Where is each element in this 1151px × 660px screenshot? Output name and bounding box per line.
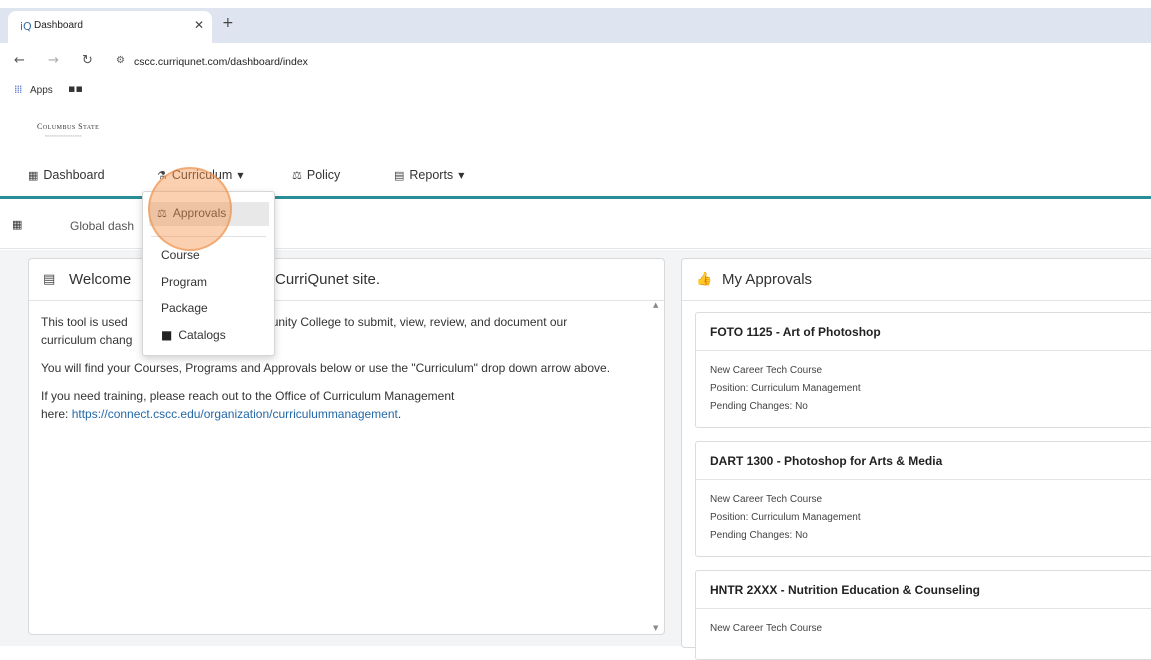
approval-divider: [696, 608, 1151, 609]
approval-title[interactable]: FOTO 1125 - Art of Photoshop: [710, 325, 881, 339]
bookmarks-bar: ⁞⁞⁞ Apps ▪▪: [0, 77, 1151, 105]
approval-type: New Career Tech Course: [710, 365, 823, 376]
welcome-body: This tool is used mmunity College to subm…: [41, 313, 653, 433]
logo-text: Columbus State: [37, 122, 100, 131]
curriculum-management-link[interactable]: https://connect.cscc.edu/organization/cu…: [72, 407, 398, 421]
forward-arrow-icon[interactable]: →: [48, 53, 59, 68]
nav-reports-label: Reports: [409, 168, 454, 182]
caret-down-icon: ▼: [237, 170, 244, 180]
para1-end: mmunity College to submit, view, review,…: [251, 315, 568, 329]
dropdown-item-package[interactable]: Package: [161, 301, 208, 315]
my-approvals-panel: 👍 My Approvals FOTO 1125 - Art of Photos…: [681, 258, 1151, 660]
caret-down-icon: ▼: [458, 170, 465, 180]
nav-reports[interactable]: ▤ Reports ▼: [394, 168, 464, 182]
approval-pending: Pending Changes: No: [710, 530, 808, 541]
columbus-state-logo[interactable]: Columbus State ━━━━━━━━━━━━━━━━: [37, 122, 127, 146]
bookmark-apps[interactable]: Apps: [30, 85, 53, 96]
dropdown-item-catalogs-label: Catalogs: [178, 328, 226, 342]
tab-title: Dashboard: [34, 20, 83, 31]
welcome-para-1: This tool is used mmunity College to subm…: [41, 313, 653, 349]
apps-grid-icon[interactable]: ⁞⁞⁞: [14, 83, 22, 96]
site-info-icon[interactable]: ⚙: [116, 55, 125, 66]
reports-icon: ▤: [394, 168, 405, 182]
nav-policy[interactable]: ⚖ Policy: [292, 168, 340, 182]
nav-dashboard[interactable]: ▦ Dashboard: [28, 168, 105, 182]
browser-tab-dashboard[interactable]: iQ Dashboard ✕: [8, 11, 212, 43]
para3-here: here:: [41, 407, 72, 421]
approval-divider: [696, 479, 1151, 480]
welcome-title-end: CurriQunet site.: [275, 271, 381, 288]
welcome-para-2: You will find your Courses, Programs and…: [41, 361, 611, 375]
approval-card[interactable]: FOTO 1125 - Art of Photoshop New Career …: [695, 312, 1151, 428]
document-icon: ▤: [43, 272, 56, 287]
approval-divider: [696, 350, 1151, 351]
welcome-para-3: If you need training, please reach out t…: [41, 387, 653, 423]
welcome-panel-header: ▤ Welcome CurriQunet site.: [29, 259, 664, 301]
approval-type: New Career Tech Course: [710, 494, 823, 505]
reload-icon[interactable]: ↻: [82, 53, 93, 68]
click-highlight-circle: [148, 167, 232, 251]
welcome-title-start: Welcome: [69, 271, 132, 288]
approval-position: Position: Curriculum Management: [710, 512, 861, 523]
nav-policy-label: Policy: [306, 168, 341, 182]
approvals-title: My Approvals: [722, 271, 813, 288]
dropdown-item-program[interactable]: Program: [161, 275, 207, 289]
new-tab-icon[interactable]: +: [222, 15, 234, 31]
logo-subline: ━━━━━━━━━━━━━━━━: [45, 134, 82, 138]
nav-dashboard-label: Dashboard: [43, 168, 105, 182]
url-text[interactable]: cscc.curriqunet.com/dashboard/index: [134, 56, 308, 68]
para1-start: This tool is used: [41, 315, 128, 329]
approval-position: Position: Curriculum Management: [710, 383, 861, 394]
global-dashboard-link[interactable]: Global dash: [70, 219, 134, 233]
favicon-icon: iQ: [20, 20, 32, 33]
address-bar: ← → ↻ ⚙ cscc.curriqunet.com/dashboard/in…: [0, 43, 1151, 77]
policy-icon: ⚖: [292, 168, 302, 182]
approval-title[interactable]: DART 1300 - Photoshop for Arts & Media: [710, 454, 942, 468]
link-suffix: .: [397, 407, 402, 421]
bookmark-grid-icon[interactable]: ▪▪: [68, 82, 83, 95]
para3-text: If you need training, please reach out t…: [41, 389, 455, 403]
scroll-up-icon[interactable]: ▲: [653, 301, 658, 309]
para1-line2: curriculum chang: [41, 333, 133, 347]
welcome-scrollbar[interactable]: ▲ ▼: [652, 301, 662, 632]
dashboard-menu-icon[interactable]: ▦: [12, 218, 22, 231]
approval-type: New Career Tech Course: [710, 623, 823, 634]
thumbs-up-icon: 👍: [696, 272, 713, 287]
dropdown-item-catalogs[interactable]: ■ Catalogs: [161, 328, 226, 342]
approval-pending: Pending Changes: No: [710, 401, 808, 412]
back-arrow-icon[interactable]: ←: [14, 53, 25, 68]
dashboard-icon: ▦: [28, 168, 39, 182]
scroll-down-icon[interactable]: ▼: [653, 624, 658, 632]
browser-tab-strip: iQ Dashboard ✕ +: [0, 0, 1151, 43]
close-tab-icon[interactable]: ✕: [194, 18, 204, 32]
approval-card[interactable]: DART 1300 - Photoshop for Arts & Media N…: [695, 441, 1151, 557]
welcome-panel: ▤ Welcome CurriQunet site. This tool is …: [28, 258, 665, 635]
approval-title[interactable]: HNTR 2XXX - Nutrition Education & Counse…: [710, 583, 980, 597]
book-icon: ■: [161, 328, 173, 342]
approvals-panel-header: 👍 My Approvals: [682, 259, 1151, 301]
approval-card[interactable]: HNTR 2XXX - Nutrition Education & Counse…: [695, 570, 1151, 660]
